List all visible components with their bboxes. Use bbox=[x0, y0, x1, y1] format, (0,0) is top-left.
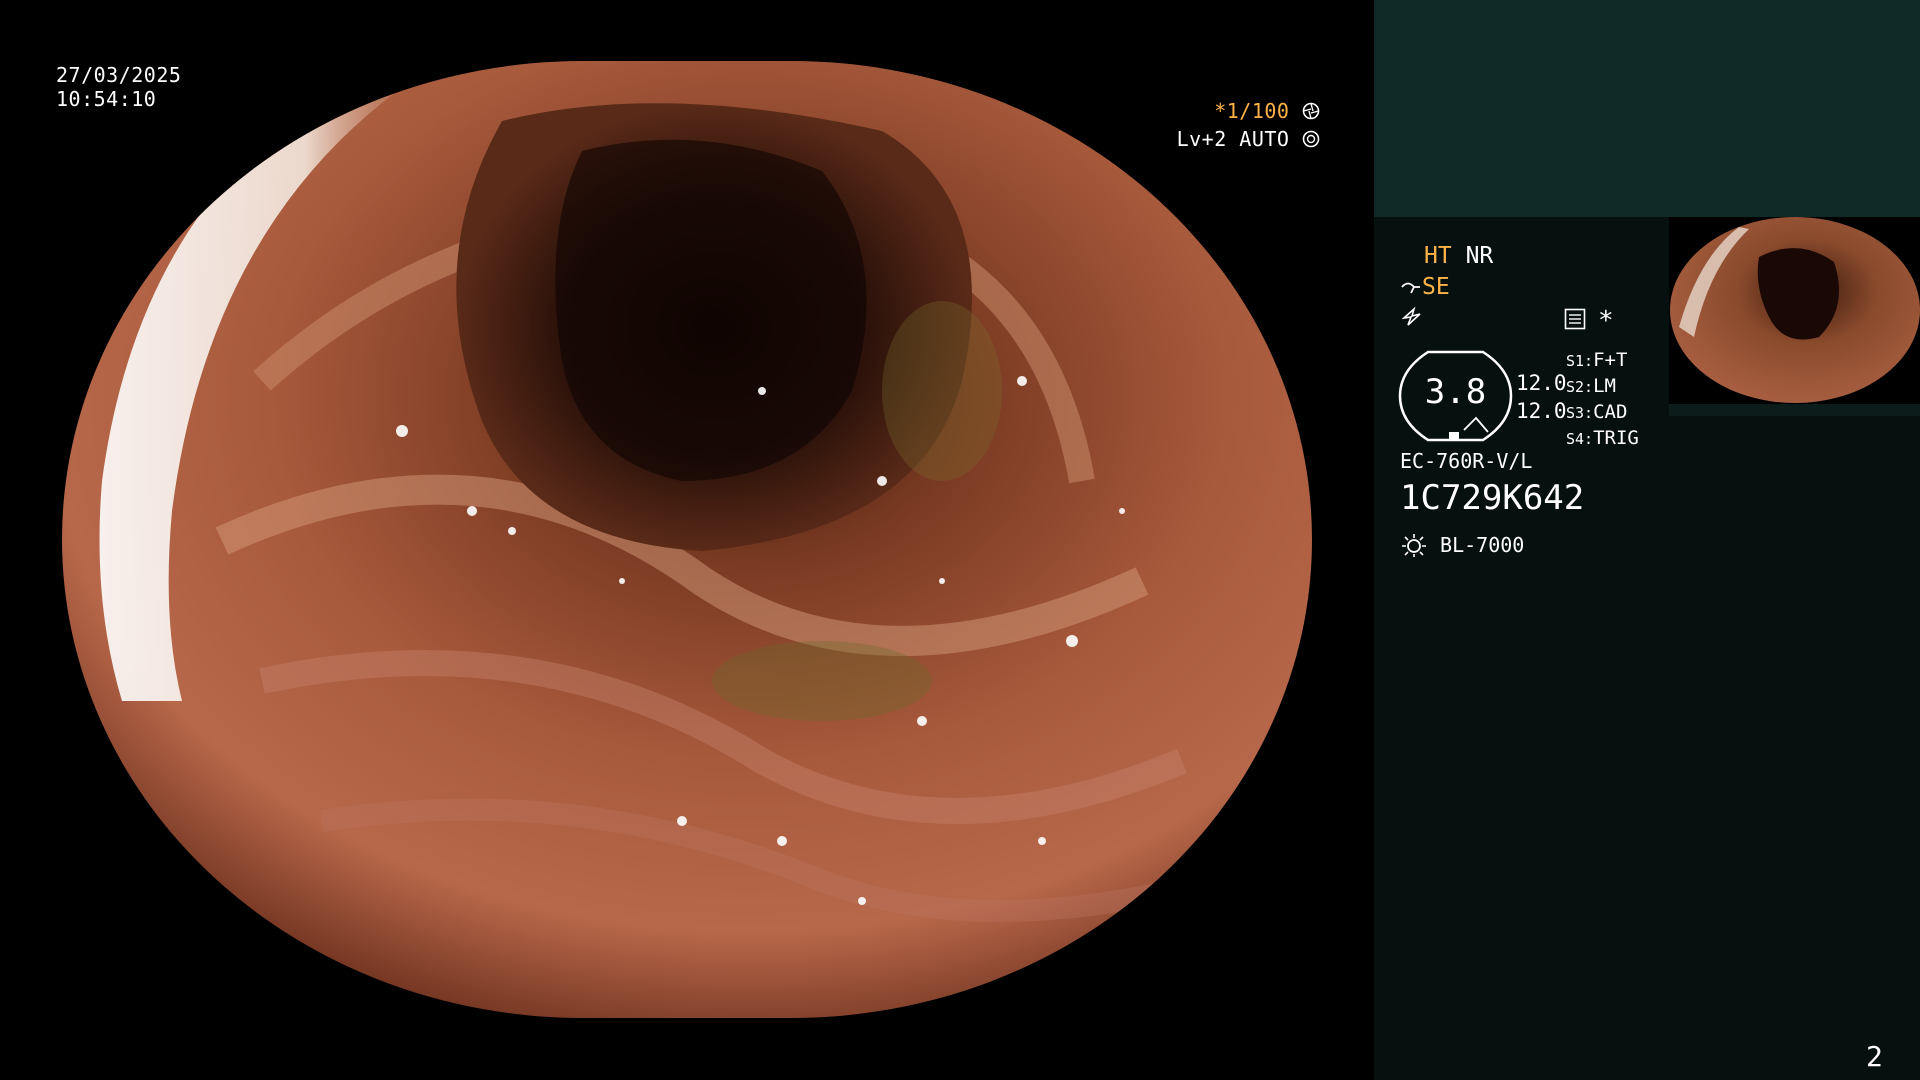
se-mode: SE bbox=[1400, 274, 1450, 300]
se-label: SE bbox=[1422, 274, 1450, 300]
info-panel-header bbox=[1374, 0, 1920, 217]
scope-serial: 1C729K642 bbox=[1400, 478, 1585, 518]
date-label: 27/03/2025 bbox=[56, 63, 182, 87]
thumbnail-bar bbox=[1669, 404, 1920, 416]
switch-item: S3:CAD bbox=[1566, 401, 1628, 423]
switch-list: S1:F+T S2:LM S3:CAD S4:TRIG bbox=[1566, 348, 1639, 452]
light-source: BL-7000 bbox=[1400, 532, 1524, 558]
light-source-label: BL-7000 bbox=[1440, 533, 1525, 557]
scope-model: EC-760R-V/L bbox=[1400, 449, 1533, 473]
value-top: 12.0 bbox=[1516, 371, 1567, 395]
iris-icon bbox=[1302, 127, 1320, 151]
switch-item: S4:TRIG bbox=[1566, 427, 1639, 449]
time-label: 10:54:10 bbox=[56, 87, 157, 111]
gauge-value: 3.8 bbox=[1424, 372, 1487, 412]
endoscope-image bbox=[62, 61, 1312, 1018]
date-time: 27/03/2025 10:54:10 bbox=[56, 63, 181, 111]
processing-modes: HT NR bbox=[1424, 243, 1493, 269]
page-number: 2 bbox=[1866, 1040, 1883, 1073]
shutter-readout: *1/100 bbox=[1150, 99, 1320, 123]
value-bottom: 12.0 bbox=[1516, 399, 1567, 423]
shutter-label: *1/100 bbox=[1214, 99, 1290, 123]
aperture-icon bbox=[1302, 99, 1320, 123]
switch-item: S1:F+T bbox=[1566, 349, 1628, 371]
sun-lamp-icon bbox=[1400, 532, 1428, 558]
lightning-icon bbox=[1401, 306, 1422, 333]
ht-label: HT bbox=[1424, 243, 1452, 269]
zoom-gauge: 3.8 bbox=[1398, 350, 1513, 442]
switch-item: S2:LM bbox=[1566, 375, 1616, 397]
level-readout: Lv+2 AUTO bbox=[1150, 127, 1320, 151]
thumbnail-preview[interactable] bbox=[1669, 217, 1920, 404]
settings-panel-icon bbox=[1564, 308, 1586, 335]
scope-tip-icon bbox=[1400, 274, 1422, 300]
level-label: Lv+2 AUTO bbox=[1176, 127, 1290, 151]
asterisk-indicator: * bbox=[1598, 306, 1614, 336]
nr-label: NR bbox=[1465, 243, 1494, 269]
